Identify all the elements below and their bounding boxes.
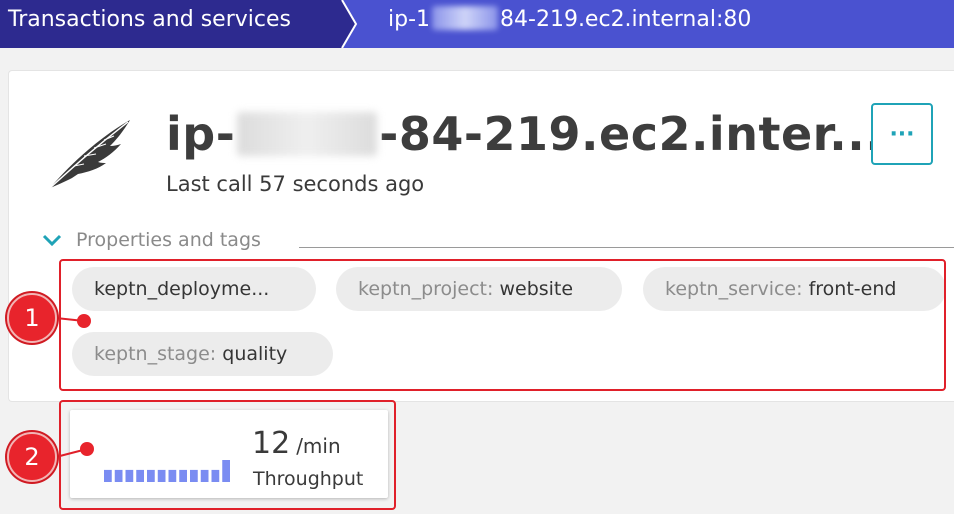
breadcrumb-item-host[interactable]: ip-1 84-219.ec2.internal:80 — [388, 6, 751, 34]
ellipsis-icon: ··· — [889, 121, 915, 147]
properties-label: Properties and tags — [76, 229, 261, 251]
annotation-box-tags — [59, 259, 946, 391]
breadcrumb-item-transactions[interactable]: Transactions and services — [8, 6, 291, 34]
annotation-marker-1: 1 — [7, 293, 57, 343]
breadcrumb-separator-icon — [341, 0, 358, 48]
feather-icon — [49, 120, 130, 189]
annotation-box-throughput — [59, 400, 396, 510]
chevron-down-icon — [42, 234, 62, 247]
breadcrumb-host-suffix: 84-219.ec2.internal:80 — [500, 7, 752, 32]
properties-toggle[interactable]: Properties and tags — [40, 228, 261, 252]
title-suffix: -84-219.ec2.inter... — [379, 107, 884, 161]
breadcrumb-host-prefix: ip-1 — [388, 7, 431, 32]
redacted-title — [237, 112, 378, 156]
redacted-text — [432, 6, 499, 30]
last-call-text: Last call 57 seconds ago — [166, 172, 425, 196]
annotation-marker-2: 2 — [7, 432, 57, 482]
section-divider — [299, 247, 954, 248]
more-actions-button[interactable]: ··· — [871, 103, 933, 165]
breadcrumb: Transactions and services ip-1 84-219.ec2… — [0, 0, 954, 48]
page-title: ip- -84-219.ec2.inter... — [166, 104, 883, 164]
title-prefix: ip- — [166, 107, 236, 161]
